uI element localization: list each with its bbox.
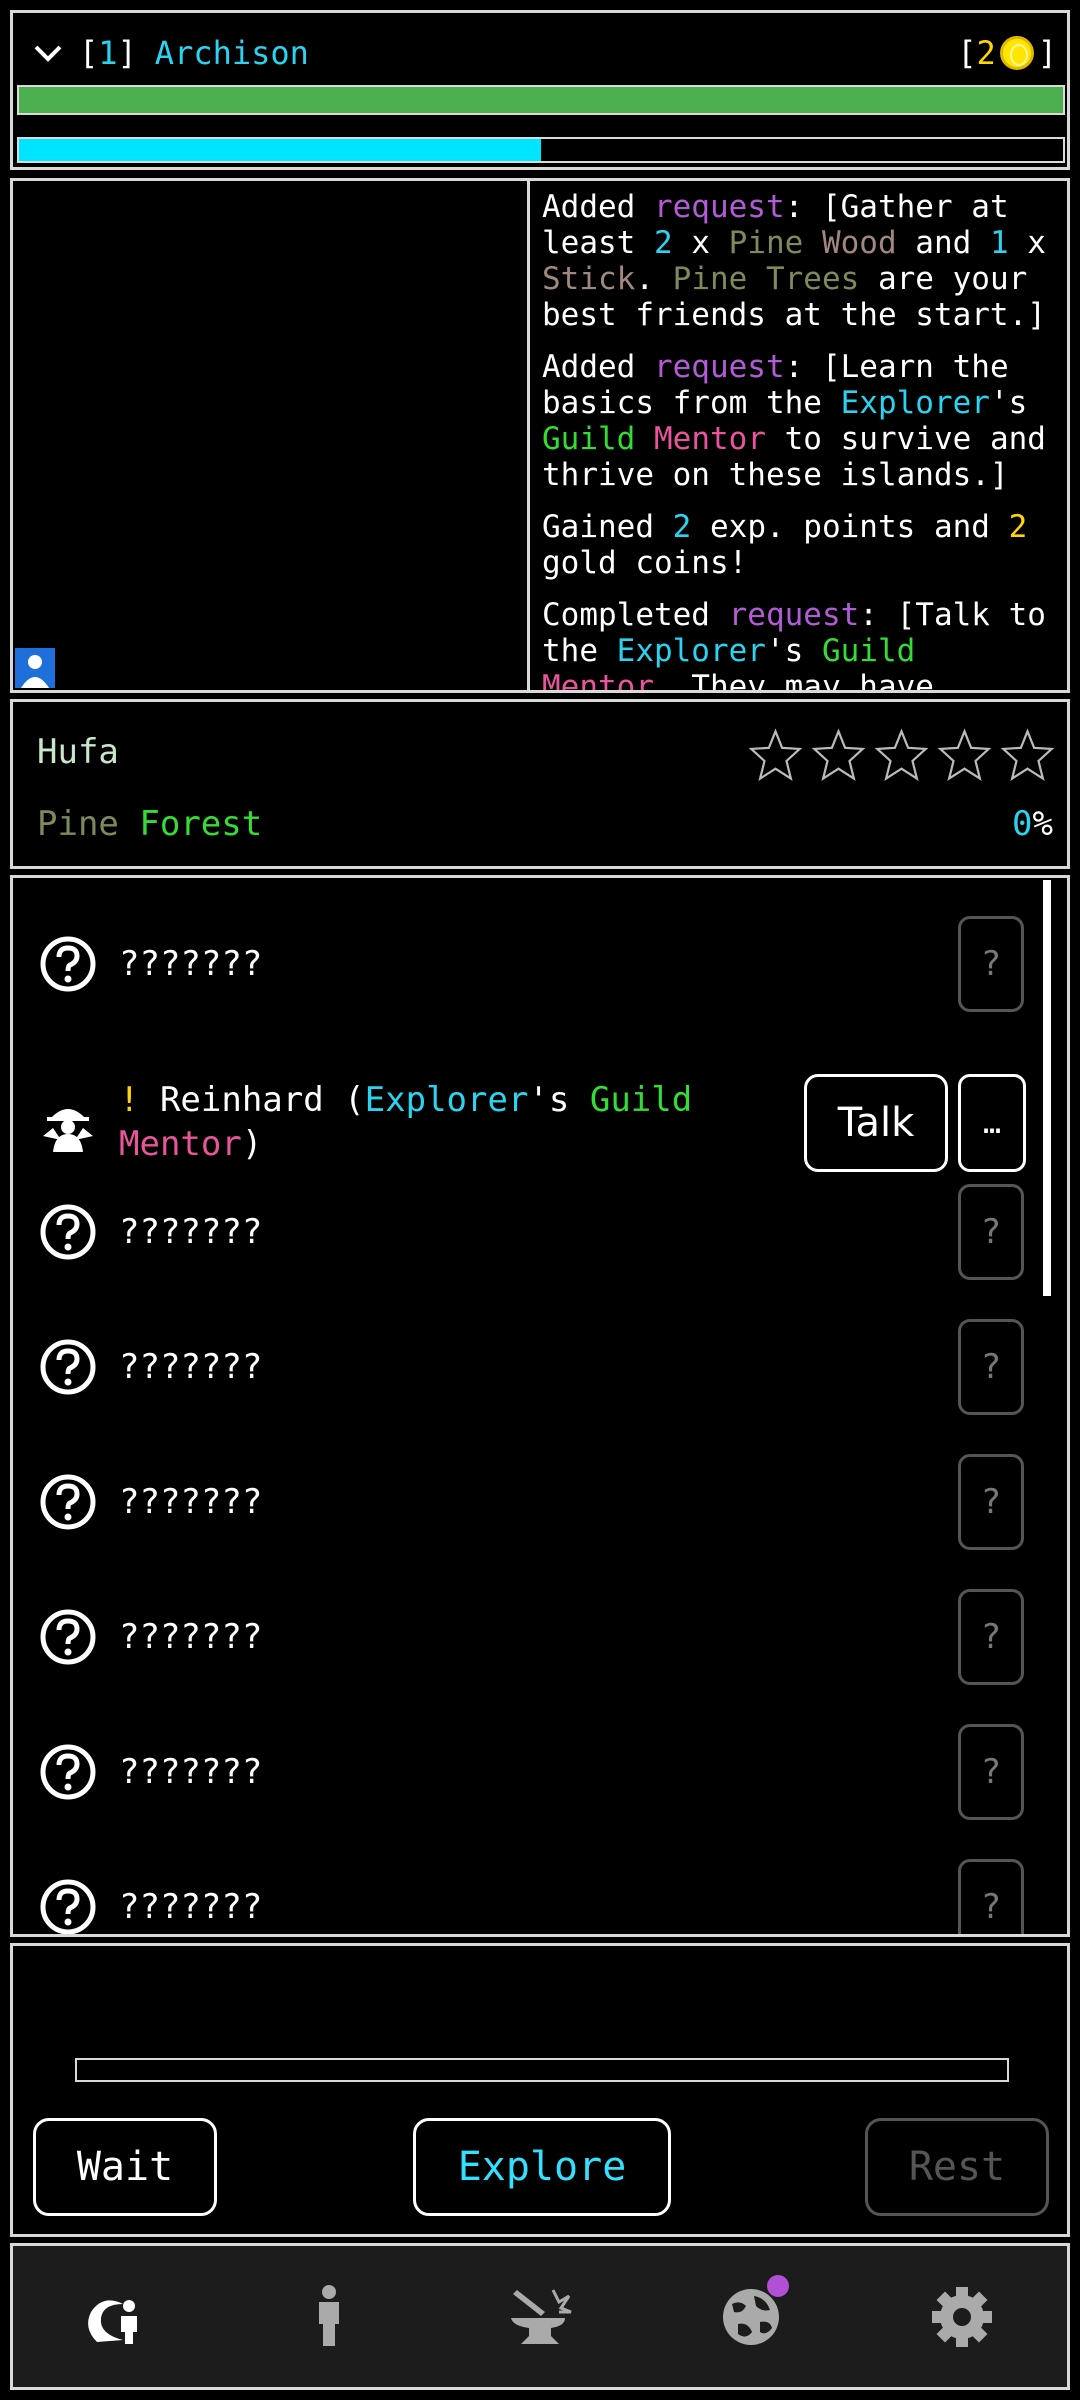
encounter-list-scrollbar[interactable] <box>1043 880 1051 1296</box>
location-rating <box>748 728 1055 783</box>
unknown-encounter-label: ??????? <box>119 1212 263 1252</box>
experience-bar <box>17 137 1065 163</box>
more-options-button[interactable]: … <box>958 1074 1026 1172</box>
notification-dot <box>766 2274 789 2297</box>
unknown-encounter-label: ??????? <box>119 1752 263 1792</box>
exploration-progress: 0% <box>1012 804 1053 844</box>
health-bar-fill <box>19 87 1063 113</box>
location-biome: Pine Forest <box>37 804 263 844</box>
unknown-encounter-button[interactable]: ? <box>958 1454 1024 1550</box>
unknown-encounter-button[interactable]: ? <box>958 1184 1024 1280</box>
location-name: Hufa <box>37 732 119 772</box>
message-log[interactable]: Added request: [Gather at least 2 x Pine… <box>527 178 1070 693</box>
chevron-down-icon[interactable] <box>31 36 65 70</box>
gold-coin-icon <box>999 36 1034 70</box>
rest-button[interactable]: Rest <box>865 2118 1049 2216</box>
unknown-encounter-label: ??????? <box>119 1347 263 1387</box>
adventure-icon <box>88 2299 138 2344</box>
star-icon <box>748 728 803 782</box>
player-level: [1] <box>79 34 137 72</box>
unknown-question-icon <box>40 936 96 992</box>
location-panel: Hufa Pine Forest 0% <box>10 699 1070 869</box>
log-entry: Added request: [Learn the basics from th… <box>542 349 1046 493</box>
unknown-question-icon <box>40 1879 96 1934</box>
unknown-encounter-label: ??????? <box>119 1887 263 1927</box>
nav-world-map[interactable] <box>711 2274 791 2357</box>
unknown-question-icon <box>40 1339 96 1395</box>
character-icon <box>319 2284 340 2346</box>
log-entry: Gained 2 exp. points and 2 gold coins! <box>542 509 1028 581</box>
star-icon <box>811 728 866 782</box>
nav-settings[interactable] <box>922 2277 1002 2357</box>
experience-bar-fill <box>19 139 541 161</box>
log-entry: Added request: [Gather at least 2 x Pine… <box>542 189 1046 333</box>
player-name: Archison <box>154 34 309 72</box>
unknown-question-icon <box>40 1204 96 1260</box>
unknown-encounter-label: ??????? <box>119 944 263 984</box>
nav-character[interactable] <box>289 2277 369 2357</box>
nav-adventure[interactable] <box>78 2277 158 2357</box>
player-avatar-icon[interactable] <box>15 648 55 688</box>
unknown-encounter-button[interactable]: ? <box>958 916 1024 1012</box>
unknown-question-icon <box>40 1744 96 1800</box>
wait-button[interactable]: Wait <box>33 2118 217 2216</box>
action-panel: Wait Explore Rest <box>10 1943 1070 2237</box>
unknown-encounter-button[interactable]: ? <box>958 1589 1024 1685</box>
star-icon <box>937 728 992 782</box>
unknown-encounter-label: ??????? <box>119 1482 263 1522</box>
unknown-question-icon <box>40 1609 96 1665</box>
log-entry: Completed request: [Talk to the Explorer… <box>542 597 1046 693</box>
settings-gear-icon <box>931 2286 992 2347</box>
talk-button[interactable]: Talk <box>804 1074 948 1172</box>
unknown-encounter-button[interactable]: ? <box>958 1859 1024 1934</box>
gold-coins: [ 2 ] <box>957 34 1057 72</box>
bottom-navigation <box>10 2243 1070 2390</box>
unknown-encounter-button[interactable]: ? <box>958 1724 1024 1820</box>
nav-crafting[interactable] <box>500 2277 580 2357</box>
explore-button[interactable]: Explore <box>413 2118 671 2216</box>
explorer-npc-icon <box>43 1109 93 1152</box>
star-icon <box>874 728 929 782</box>
unknown-question-icon <box>40 1474 96 1530</box>
unknown-encounter-label: ??????? <box>119 1617 263 1657</box>
npc-name: ! Reinhard (Explorer's Guild Mentor) <box>119 1080 693 1164</box>
crafting-icon <box>510 2288 572 2344</box>
coin-count: 2 <box>976 34 996 72</box>
scene-viewport <box>10 178 530 693</box>
star-icon <box>1000 728 1055 782</box>
encounter-list[interactable]: ???????? ! Reinhard (Explorer's Guild Ment… <box>10 875 1070 1937</box>
unknown-encounter-button[interactable]: ? <box>958 1319 1024 1415</box>
action-progress-bar <box>75 2058 1009 2082</box>
player-title[interactable]: [1] Archison <box>31 31 309 75</box>
health-bar <box>17 85 1065 115</box>
player-header: [1] Archison [ 2 ] <box>10 10 1070 170</box>
